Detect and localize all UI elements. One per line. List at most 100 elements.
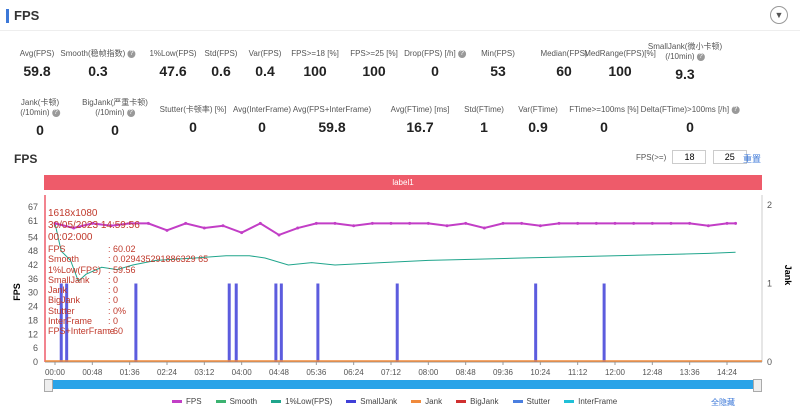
legend-item-smalljank[interactable]: SmallJank	[346, 397, 397, 406]
legend-item-1lowfps[interactable]: 1%Low(FPS)	[271, 397, 332, 406]
y-axis-title: FPS	[12, 283, 22, 301]
y-tick-label: 24	[28, 302, 38, 312]
fps-point	[352, 224, 356, 228]
y-tick-label: 30	[28, 288, 38, 298]
slider-right-handle[interactable]	[753, 379, 762, 392]
fps-point	[445, 224, 449, 228]
fps-point	[296, 226, 300, 230]
fps-point	[258, 221, 262, 225]
y-tick-label: 18	[28, 315, 38, 325]
y-tick-label: 12	[28, 329, 38, 339]
smalljank-bar	[316, 283, 320, 362]
smalljank-bar	[134, 283, 138, 362]
fps-point	[202, 226, 206, 230]
fps-point	[314, 221, 318, 225]
smalljank-bar	[59, 283, 63, 362]
y2-tick-label: 0	[767, 357, 772, 367]
smalljank-bar	[602, 283, 606, 362]
x-tick-label: 05:36	[306, 368, 327, 377]
x-tick-label: 08:48	[456, 368, 477, 377]
y-tick-label: 67	[28, 202, 38, 212]
slider-left-handle[interactable]	[44, 379, 53, 392]
fps-point	[632, 221, 636, 225]
fps-point	[520, 221, 524, 225]
y-tick-label: 48	[28, 246, 38, 256]
legend-item-smooth[interactable]: Smooth	[215, 397, 257, 406]
x-tick-label: 11:12	[568, 368, 588, 377]
y-tick-label: 6	[33, 343, 38, 353]
x-tick-label: 04:00	[232, 368, 253, 377]
fps-point	[482, 226, 486, 230]
fps-point	[408, 221, 412, 225]
fps-point	[538, 224, 542, 228]
fps-line	[54, 222, 736, 237]
fps-point	[734, 221, 738, 225]
x-tick-label: 04:48	[269, 368, 290, 377]
chart-legend: FPS Smooth 1%Low(FPS) SmallJank Jank BigJank S…	[172, 397, 617, 406]
fps-point	[669, 221, 673, 225]
time-range-slider[interactable]	[44, 379, 762, 392]
x-tick-label: 13:36	[680, 368, 701, 377]
fps-point	[725, 221, 729, 225]
fps-point	[277, 233, 281, 237]
fps-point	[240, 231, 244, 235]
x-tick-label: 02:24	[157, 368, 178, 377]
x-tick-label: 07:12	[381, 368, 402, 377]
y-tick-label: 36	[28, 274, 38, 284]
fps-point	[221, 224, 225, 228]
fps-point	[426, 221, 430, 225]
fps-point	[109, 224, 113, 228]
fps-point	[389, 221, 393, 225]
smalljank-bar	[65, 283, 69, 362]
fps-point	[184, 221, 188, 225]
lowfps-line	[54, 223, 736, 283]
smalljank-bar	[274, 283, 278, 362]
y-tick-label: 61	[28, 216, 38, 226]
x-tick-label: 12:00	[605, 368, 626, 377]
y2-tick-label: 2	[767, 200, 772, 210]
fps-point	[72, 226, 76, 230]
x-tick-label: 00:00	[45, 368, 66, 377]
fps-point	[688, 221, 692, 225]
y-tick-label: 54	[28, 232, 38, 242]
x-tick-label: 12:48	[642, 368, 663, 377]
fps-point	[501, 221, 505, 225]
fps-point	[53, 221, 57, 225]
fps-point	[613, 221, 617, 225]
y-tick-label: 42	[28, 260, 38, 270]
legend-item-stutter[interactable]: Stutter	[512, 397, 550, 406]
x-tick-label: 08:00	[418, 368, 439, 377]
fps-point	[128, 221, 132, 225]
smalljank-bar	[227, 283, 231, 362]
fps-point	[90, 221, 94, 225]
legend-item-interframe[interactable]: InterFrame	[564, 397, 617, 406]
hide-all-button[interactable]: 全隐藏	[711, 397, 735, 408]
y2-axis-title: Jank	[783, 265, 793, 287]
fps-point	[146, 221, 150, 225]
x-tick-label: 00:48	[82, 368, 103, 377]
fps-chart[interactable]: 061218243036424854616701200:00 00:48 01:36…	[0, 0, 800, 409]
fps-point	[650, 221, 654, 225]
y2-tick-label: 1	[767, 279, 772, 289]
smalljank-bar	[534, 283, 538, 362]
x-tick-label: 09:36	[493, 368, 514, 377]
legend-item-fps[interactable]: FPS	[172, 397, 202, 406]
fps-point	[370, 221, 374, 225]
fps-point	[165, 228, 169, 232]
smalljank-bar	[279, 283, 283, 362]
x-tick-label: 14:24	[717, 368, 738, 377]
x-tick-label: 06:24	[344, 368, 365, 377]
x-tick-label: 10:24	[530, 368, 551, 377]
legend-item-bigjank[interactable]: BigJank	[456, 397, 499, 406]
x-tick-label: 01:36	[120, 368, 141, 377]
fps-point	[333, 221, 337, 225]
legend-item-jank[interactable]: Jank	[411, 397, 442, 406]
y-tick-label: 0	[33, 357, 38, 367]
fps-point	[557, 221, 561, 225]
x-tick-label: 03:12	[194, 368, 215, 377]
fps-point	[464, 221, 468, 225]
fps-point	[706, 224, 710, 228]
smalljank-bar	[234, 283, 238, 362]
smalljank-bar	[395, 283, 399, 362]
fps-point	[576, 221, 580, 225]
